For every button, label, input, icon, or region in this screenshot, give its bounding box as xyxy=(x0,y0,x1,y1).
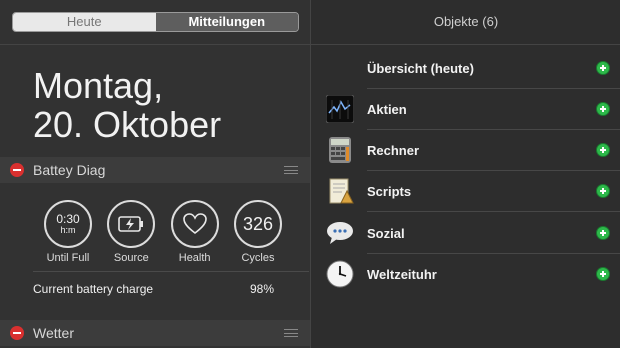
divider xyxy=(0,44,310,45)
clock-icon xyxy=(326,260,354,288)
until-full-label: Until Full xyxy=(46,252,90,264)
add-icon[interactable] xyxy=(596,267,610,281)
calculator-icon xyxy=(329,137,351,163)
list-item-label: Weltzeituhr xyxy=(367,267,437,282)
widget-title: Battey Diag xyxy=(33,162,106,178)
list-item-label: Übersicht (heute) xyxy=(367,61,474,76)
divider xyxy=(367,211,620,212)
add-icon[interactable] xyxy=(596,102,610,116)
list-item-scripts[interactable]: Scripts xyxy=(311,171,620,212)
date-label: 20. Oktober xyxy=(33,104,222,145)
drag-handle-icon[interactable] xyxy=(284,329,298,337)
today-panel: Heute Mitteilungen Montag, 20. Oktober B… xyxy=(0,0,310,348)
tab-heute[interactable]: Heute xyxy=(13,13,156,31)
drag-handle-icon[interactable] xyxy=(284,166,298,174)
view-segmented-control: Heute Mitteilungen xyxy=(12,12,299,32)
battery-stats: 0:30 h:m Until Full Source Health 326 Cy… xyxy=(38,200,288,266)
health-label: Health xyxy=(178,252,211,264)
battery-charge-label: Current battery charge xyxy=(33,282,154,296)
stocks-icon xyxy=(326,95,354,123)
add-icon[interactable] xyxy=(596,61,610,75)
until-full-unit: h:m xyxy=(60,225,76,235)
battery-charge-value: 98% xyxy=(250,282,275,296)
until-full-value: 0:30 xyxy=(56,212,80,226)
health-stat: Health xyxy=(165,200,225,266)
weather-widget-header: Wetter xyxy=(0,320,310,346)
scripts-icon xyxy=(329,178,354,204)
heart-icon xyxy=(182,213,207,235)
remove-widget-button[interactable] xyxy=(10,326,24,340)
speech-bubble-icon xyxy=(327,222,353,244)
add-icon[interactable] xyxy=(596,143,610,157)
list-item-weltzeituhr[interactable]: Weltzeituhr xyxy=(311,254,620,295)
cycles-label: Cycles xyxy=(241,252,275,264)
source-circle xyxy=(107,200,156,248)
battery-charging-icon xyxy=(118,216,144,232)
list-item-label: Rechner xyxy=(367,143,420,158)
remove-widget-button[interactable] xyxy=(10,163,24,177)
objects-title: Objekte (6) xyxy=(433,14,499,29)
list-item-uebersicht[interactable]: Übersicht (heute) xyxy=(311,48,620,89)
until-full-circle: 0:30 h:m xyxy=(44,200,92,248)
divider xyxy=(311,44,620,45)
list-item-label: Sozial xyxy=(367,226,405,241)
divider xyxy=(33,271,309,272)
health-circle xyxy=(170,200,219,248)
source-stat: Source xyxy=(101,200,161,266)
widget-title: Wetter xyxy=(33,325,74,341)
list-item-label: Aktien xyxy=(367,102,407,117)
cycles-circle: 326 xyxy=(233,200,282,248)
battery-widget-header: Battey Diag xyxy=(0,157,310,183)
weekday-label: Montag, xyxy=(33,65,164,106)
source-label: Source xyxy=(113,252,149,264)
objects-panel: Objekte (6) Übersicht (heute) Aktien Rec… xyxy=(310,0,620,348)
cycles-stat: 326 Cycles xyxy=(228,200,288,266)
add-icon[interactable] xyxy=(596,184,610,198)
cycles-value: 326 xyxy=(242,214,273,234)
list-item-sozial[interactable]: Sozial xyxy=(311,213,620,254)
list-item-rechner[interactable]: Rechner xyxy=(311,130,620,171)
list-item-aktien[interactable]: Aktien xyxy=(311,89,620,130)
add-icon[interactable] xyxy=(596,226,610,240)
list-item-label: Scripts xyxy=(367,184,412,199)
tab-mitteilungen[interactable]: Mitteilungen xyxy=(155,13,298,31)
until-full-stat: 0:30 h:m Until Full xyxy=(38,200,98,266)
